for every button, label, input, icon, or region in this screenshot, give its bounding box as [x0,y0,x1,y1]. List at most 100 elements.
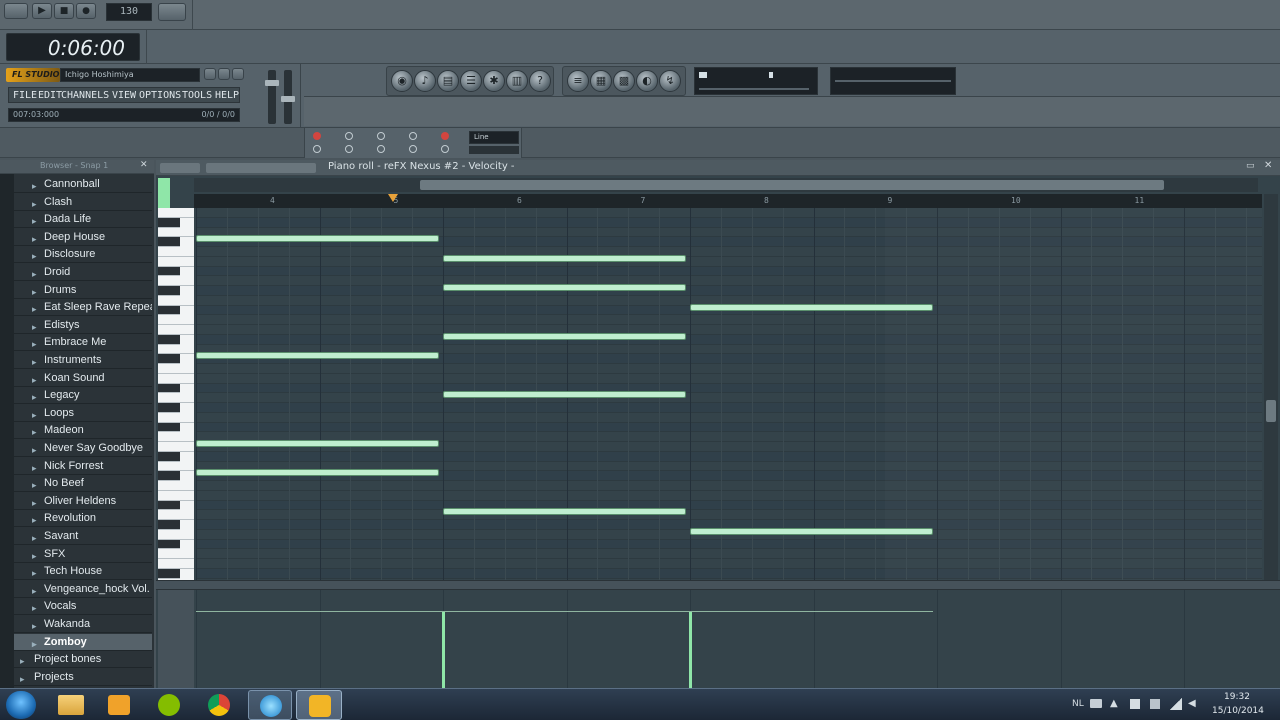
piano-white-key[interactable] [158,345,194,355]
panel-button-1[interactable] [204,68,216,80]
piano-white-key[interactable] [158,364,194,374]
note[interactable] [690,527,933,535]
browser-item[interactable]: ▸ Wakanda [14,616,152,633]
piano-white-key[interactable] [158,393,194,403]
vertical-scrollbar[interactable] [1264,194,1278,580]
event-splitter[interactable] [156,580,1280,590]
tray-arrow-icon[interactable]: ▲ [1110,698,1118,709]
piano-black-key[interactable] [158,568,180,579]
tool-icon-6[interactable] [313,145,321,153]
panel-button-3[interactable] [232,68,244,80]
tray-device-icon[interactable] [1150,699,1160,709]
tool-icon-10[interactable] [441,145,449,153]
piano-black-key[interactable] [158,500,180,511]
piano-white-key[interactable] [158,374,194,384]
master-pitch-slider[interactable] [281,70,295,124]
tool-icon-7[interactable] [345,145,353,153]
piano-white-key[interactable] [158,247,194,257]
step-edit-icon[interactable]: ▩ [613,70,635,92]
browser-item[interactable]: ▸ Clash [14,193,152,211]
browser-item[interactable]: ▸ Vocals [14,598,152,616]
tray-volume-icon[interactable]: ◀ [1188,698,1196,709]
playlist-icon[interactable]: ◉ [391,70,413,92]
chrome-icon[interactable] [208,694,230,716]
menu-toggle-button[interactable] [4,3,28,19]
mixer-icon[interactable]: ☰ [460,70,482,92]
piano-white-key[interactable] [158,510,194,520]
wait-input-icon[interactable]: ↯ [659,70,681,92]
piano-white-key[interactable] [158,296,194,306]
explorer-icon[interactable] [58,695,84,715]
browser-item[interactable]: ▸ Deep House [14,228,152,246]
tool-icon-1[interactable] [313,132,321,140]
timeline-ruler[interactable] [194,194,1262,208]
piano-white-key[interactable] [158,208,194,218]
note-grid[interactable] [196,208,1262,580]
piano-keyboard[interactable] [158,208,194,580]
browser-item[interactable]: ▸ Drums [14,281,152,299]
media-player-icon[interactable] [108,695,130,715]
piano-black-key[interactable] [158,286,180,296]
record-button[interactable]: ● [76,3,96,19]
menu-file[interactable]: FILE [13,90,37,101]
language-indicator[interactable]: NL [1072,699,1084,709]
master-volume-slider[interactable] [265,70,279,124]
browser-item[interactable]: ▸ Embrace Me [14,334,152,352]
note[interactable] [443,391,686,399]
piano-white-key[interactable] [158,481,194,491]
panel-button-2[interactable] [218,68,230,80]
stop-button[interactable]: ■ [54,3,74,19]
snap-selector[interactable]: Line [469,131,519,144]
piano-black-key[interactable] [158,403,180,413]
horizontal-scrollbar-thumb[interactable] [420,180,1164,190]
browser-item[interactable]: ▸ Tech House [14,563,152,581]
piano-white-key[interactable] [158,432,194,442]
bpm-display[interactable]: 130 [106,3,152,21]
note[interactable] [196,352,439,360]
tool-icon-2[interactable] [345,132,353,140]
browser-item[interactable]: ▸ Disclosure [14,246,152,264]
piano-white-key[interactable] [158,462,194,472]
browser-item[interactable]: ▸ Droid [14,264,152,281]
tray-keyboard-icon[interactable] [1090,699,1102,708]
velocity-stem[interactable] [689,612,692,690]
browser-item[interactable]: ▸ Dada Life [14,211,152,229]
browser-item[interactable]: ▸ Revolution [14,510,152,528]
menu-options[interactable]: OPTIONS [139,90,181,101]
browser-item[interactable]: ▸ Never Say Goodbye [14,440,152,457]
tool-icon-9[interactable] [409,145,417,153]
browser-icon[interactable]: ▥ [506,70,528,92]
browser-item[interactable]: ▸ Legacy [14,387,152,405]
note[interactable] [443,508,686,516]
horizontal-scrollbar[interactable] [194,178,1258,192]
fl-studio-icon[interactable] [296,690,342,720]
piano-white-key[interactable] [158,228,194,238]
play-button[interactable]: ▶ [32,3,52,19]
piano-black-key[interactable] [158,334,180,345]
browser-close-icon[interactable]: ✕ [140,160,148,170]
clock-date[interactable]: 15/10/2014 [1212,706,1264,716]
browser-item[interactable]: ▸ Nick Forrest [14,457,152,475]
browser-item[interactable]: ▸ Vengeance_hock Vol. 2 [14,580,152,598]
browser-item[interactable]: ▸ Oliver Heldens [14,492,152,510]
time-display[interactable]: 0:06:00 [6,33,140,61]
channel-rack-icon[interactable]: ▤ [437,70,459,92]
piano-black-key[interactable] [158,217,180,228]
menu-help[interactable]: HELP [215,90,239,101]
menu-channels[interactable]: CHANNELS [61,90,109,101]
piano-black-key[interactable] [158,237,180,247]
piano-white-key[interactable] [158,276,194,286]
browser-item[interactable]: ▸ Cannonball [14,176,152,193]
piano-roll-close-icon[interactable]: ✕ [1264,160,1272,171]
tool-icon-3[interactable] [377,132,385,140]
piano-white-key[interactable] [158,559,194,569]
browser-item[interactable]: ▸ Eat Sleep Rave Repeat [14,299,152,317]
piano-white-key[interactable] [158,549,194,559]
piano-white-key[interactable] [158,491,194,501]
piano-black-key[interactable] [158,471,180,481]
piano-black-key[interactable] [158,520,180,530]
help-icon[interactable]: ? [529,70,551,92]
plugin-picker-icon[interactable]: ✱ [483,70,505,92]
itunes-icon[interactable] [248,690,292,720]
note[interactable] [443,332,686,340]
